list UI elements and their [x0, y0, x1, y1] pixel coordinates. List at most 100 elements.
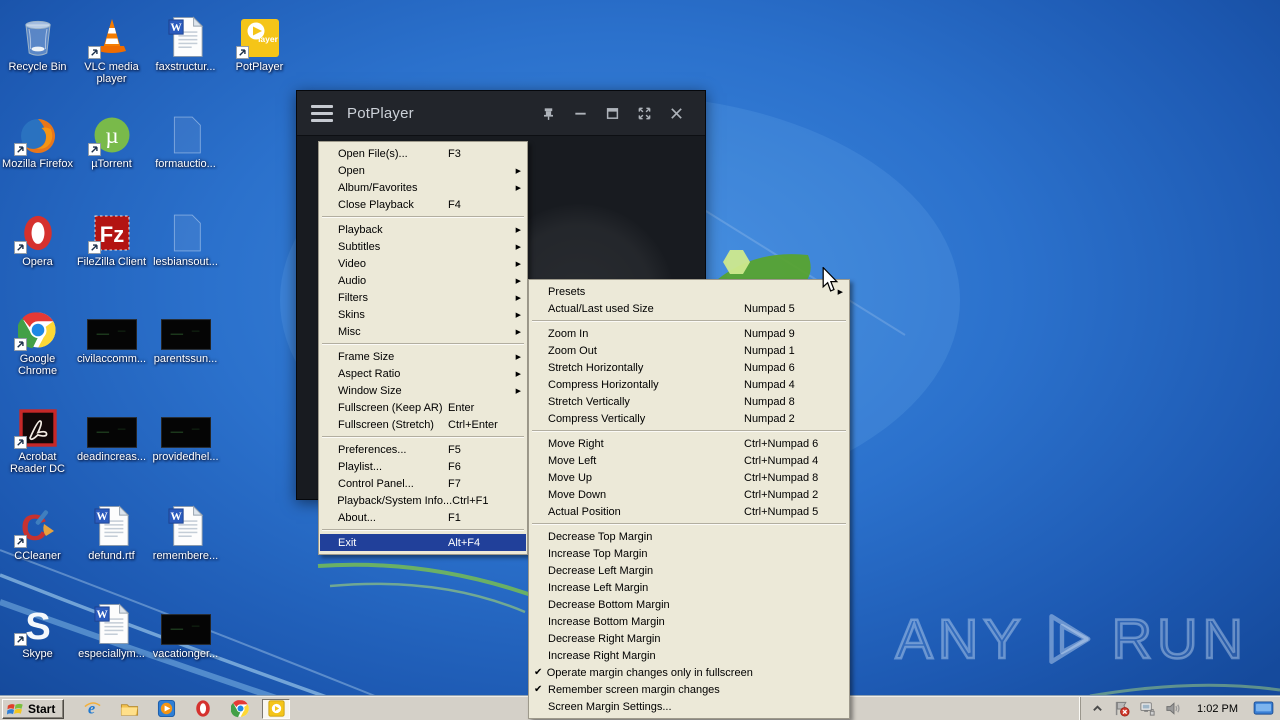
menu-item-actual-last-used-size[interactable]: Actual/Last used Size Numpad 5	[530, 300, 848, 317]
tray-clock[interactable]: 1:02 PM	[1191, 703, 1244, 715]
menu-item-compress-vertically[interactable]: Compress Vertically Numpad 2	[530, 410, 848, 427]
menu-item-stretch-vertically[interactable]: Stretch Vertically Numpad 8	[530, 393, 848, 410]
menu-item-zoom-out[interactable]: Zoom Out Numpad 1	[530, 342, 848, 359]
volume-icon[interactable]	[1165, 700, 1182, 717]
desktop-icon-potplayer[interactable]: layer PotPlayer	[222, 8, 297, 73]
menu-item-control-panel[interactable]: Control Panel... F7	[320, 475, 526, 492]
menu-item-presets[interactable]: Presets ▶	[530, 283, 848, 300]
desktop-icon-civilaccomm[interactable]: civilaccomm...	[74, 300, 149, 365]
menu-item-operate-margin-changes-only-in-fullscreen[interactable]: ✔ Operate margin changes only in fullscre…	[530, 664, 848, 681]
menu-item-playback-system-info[interactable]: Playback/System Info... Ctrl+F1	[320, 492, 526, 509]
menu-item-playlist[interactable]: Playlist... F6	[320, 458, 526, 475]
menu-item-label: Decrease Top Margin	[548, 530, 653, 543]
menu-item-move-up[interactable]: Move Up Ctrl+Numpad 8	[530, 469, 848, 486]
fullscreen-icon[interactable]	[629, 100, 659, 126]
menu-item-label: Increase Left Margin	[548, 581, 649, 594]
menu-item-label: Decrease Bottom Margin	[548, 598, 670, 611]
action-center-flag-icon[interactable]	[1113, 700, 1130, 717]
quick-launch-internet-explorer-icon[interactable]: e	[82, 699, 102, 719]
desktop-icon-providedhel[interactable]: providedhel...	[148, 398, 223, 463]
menu-item-filters[interactable]: Filters ▶	[320, 289, 526, 306]
desktop-icon-ccleaner[interactable]: C CCleaner	[0, 497, 75, 562]
menu-item-frame-size[interactable]: Frame Size ▶	[320, 348, 526, 365]
desktop-icon-especiallym[interactable]: Wespeciallym...	[74, 595, 149, 660]
taskbar-button-potplayer[interactable]	[262, 698, 291, 719]
quick-launch-windows-media-player-icon[interactable]	[156, 699, 176, 719]
desktop-icon-parentssun[interactable]: parentssun...	[148, 300, 223, 365]
menu-item-shortcut: F6	[448, 460, 461, 473]
menu-item-increase-right-margin[interactable]: Increase Right Margin	[530, 647, 848, 664]
menu-item-increase-top-margin[interactable]: Increase Top Margin	[530, 545, 848, 562]
svg-text:S: S	[25, 606, 50, 645]
skype-icon: S	[0, 595, 75, 646]
desktop-icon-recycle-bin[interactable]: Recycle Bin	[0, 8, 75, 73]
desktop-icon-deadincreas[interactable]: deadincreas...	[74, 398, 149, 463]
desktop-icon-defund-rtf[interactable]: Wdefund.rtf	[74, 497, 149, 562]
desktop-icon-torrent[interactable]: µ µTorrent	[74, 105, 149, 170]
desktop-icon-formauctio[interactable]: formauctio...	[148, 105, 223, 170]
menu-item-actual-position[interactable]: Actual Position Ctrl+Numpad 5	[530, 503, 848, 520]
menu-item-exit[interactable]: Exit Alt+F4	[320, 534, 526, 551]
menu-item-aspect-ratio[interactable]: Aspect Ratio ▶	[320, 365, 526, 382]
desktop-icon-remembere[interactable]: Wremembere...	[148, 497, 223, 562]
desktop-icon-opera[interactable]: Opera	[0, 203, 75, 268]
close-icon[interactable]	[661, 100, 691, 126]
desktop-icon-lesbiansout[interactable]: lesbiansout...	[148, 203, 223, 268]
menu-item-screen-margin-settings[interactable]: Screen Margin Settings...	[530, 698, 848, 715]
menu-item-audio[interactable]: Audio ▶	[320, 272, 526, 289]
submenu-arrow-icon: ▶	[515, 328, 521, 336]
menu-item-move-right[interactable]: Move Right Ctrl+Numpad 6	[530, 435, 848, 452]
menu-item-move-down[interactable]: Move Down Ctrl+Numpad 2	[530, 486, 848, 503]
maximize-icon[interactable]	[597, 100, 627, 126]
menu-item-album-favorites[interactable]: Album/Favorites ▶	[320, 179, 526, 196]
menu-item-stretch-horizontally[interactable]: Stretch Horizontally Numpad 6	[530, 359, 848, 376]
network-icon[interactable]	[1139, 700, 1156, 717]
menu-item-video[interactable]: Video ▶	[320, 255, 526, 272]
menu-item-preferences[interactable]: Preferences... F5	[320, 441, 526, 458]
menu-item-increase-left-margin[interactable]: Increase Left Margin	[530, 579, 848, 596]
quick-launch-google-chrome-icon[interactable]	[230, 699, 250, 719]
shortcut-arrow-icon	[88, 143, 101, 156]
menu-item-about[interactable]: About... F1	[320, 509, 526, 526]
menu-item-decrease-left-margin[interactable]: Decrease Left Margin	[530, 562, 848, 579]
shortcut-arrow-icon	[14, 338, 27, 351]
desktop-icon-google-chrome[interactable]: Google Chrome	[0, 300, 75, 377]
minimize-icon[interactable]	[565, 100, 595, 126]
menu-item-label: Playback	[338, 223, 383, 236]
desktop-icon-acrobat-reader-dc[interactable]: Acrobat Reader DC	[0, 398, 75, 475]
menu-item-zoom-in[interactable]: Zoom In Numpad 9	[530, 325, 848, 342]
desktop-icon-vacationger[interactable]: vacationger...	[148, 595, 223, 660]
menu-item-subtitles[interactable]: Subtitles ▶	[320, 238, 526, 255]
menu-item-shortcut: Numpad 2	[744, 412, 795, 425]
menu-item-remember-screen-margin-changes[interactable]: ✔ Remember screen margin changes	[530, 681, 848, 698]
shortcut-arrow-icon	[88, 46, 101, 59]
menu-item-skins[interactable]: Skins ▶	[320, 306, 526, 323]
menu-item-decrease-top-margin[interactable]: Decrease Top Margin	[530, 528, 848, 545]
start-button[interactable]: Start	[2, 698, 65, 719]
menu-item-decrease-right-margin[interactable]: Decrease Right Margin	[530, 630, 848, 647]
menu-item-open-file-s[interactable]: Open File(s)... F3	[320, 145, 526, 162]
desktop-icon-mozilla-firefox[interactable]: Mozilla Firefox	[0, 105, 75, 170]
menu-item-fullscreen-keep-ar[interactable]: Fullscreen (Keep AR) Enter	[320, 399, 526, 416]
collapse-chevron-icon[interactable]	[1091, 703, 1104, 714]
menu-item-window-size[interactable]: Window Size ▶	[320, 382, 526, 399]
menu-item-increase-bottom-margin[interactable]: Increase Bottom Margin	[530, 613, 848, 630]
pin-icon[interactable]	[533, 100, 563, 126]
menu-item-open[interactable]: Open ▶	[320, 162, 526, 179]
menu-item-move-left[interactable]: Move Left Ctrl+Numpad 4	[530, 452, 848, 469]
desktop-icon-vlc-media-player[interactable]: VLC media player	[74, 8, 149, 85]
menu-item-fullscreen-stretch[interactable]: Fullscreen (Stretch) Ctrl+Enter	[320, 416, 526, 433]
desktop-icon-filezilla-client[interactable]: Fz FileZilla Client	[74, 203, 149, 268]
quick-launch-opera-icon[interactable]	[193, 699, 213, 719]
menu-item-compress-horizontally[interactable]: Compress Horizontally Numpad 4	[530, 376, 848, 393]
menu-item-misc[interactable]: Misc ▶	[320, 323, 526, 340]
menu-item-decrease-bottom-margin[interactable]: Decrease Bottom Margin	[530, 596, 848, 613]
desktop-icon-faxstructur[interactable]: Wfaxstructur...	[148, 8, 223, 73]
menu-item-shortcut: Enter	[448, 401, 475, 414]
quick-launch-windows-explorer-icon[interactable]	[119, 699, 139, 719]
show-desktop-icon[interactable]	[1253, 701, 1274, 716]
menu-item-close-playback[interactable]: Close Playback F4	[320, 196, 526, 213]
hamburger-menu-icon[interactable]	[311, 104, 333, 122]
desktop-icon-skype[interactable]: S Skype	[0, 595, 75, 660]
menu-item-playback[interactable]: Playback ▶	[320, 221, 526, 238]
